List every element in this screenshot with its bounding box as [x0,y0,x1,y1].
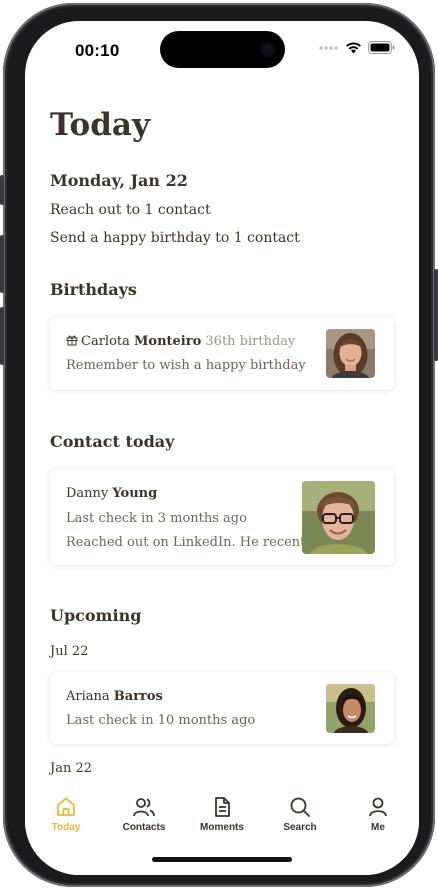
cellular-signal-icon [319,45,338,50]
battery-icon [368,41,395,54]
upcoming-first-name: Ariana [66,689,110,704]
upcoming-date-header: Jan 22 [50,761,93,776]
contact-name-line: Danny Young [66,486,157,501]
contact-last-name: Young [112,486,158,501]
summary-line-birthday: Send a happy birthday to 1 contact [50,230,300,246]
tab-label: Moments [200,822,244,833]
gift-icon [66,335,78,346]
summary-line-reach-out: Reach out to 1 contact [50,202,211,218]
avatar [326,684,375,733]
volume-up-button [0,235,4,293]
camera-icon [260,42,275,57]
upcoming-last-name: Barros [113,689,163,704]
volume-down-button [0,307,4,365]
tab-search[interactable]: Search [261,795,339,833]
wifi-icon [346,42,361,54]
birthday-first-name: Carlota [81,334,130,349]
contact-today-section-title: Contact today [50,432,175,451]
document-icon [215,797,230,817]
power-button [434,269,438,361]
tab-moments[interactable]: Moments [183,795,261,833]
phone-frame: 00:10 Today Monday, Jan 22 Reach out to … [0,3,438,887]
contact-note: Reached out on LinkedIn. He recent... [66,535,318,550]
page-title: Today [50,107,150,143]
birthday-name-line: Carlota Monteiro 36th birthday [66,334,295,349]
birthday-detail: 36th birthday [205,334,296,349]
tab-label: Search [283,822,317,833]
contacts-icon [133,798,155,817]
birthday-note: Remember to wish a happy birthday [66,358,306,373]
avatar [326,329,375,378]
tab-label: Me [371,822,385,833]
status-icons [319,41,395,54]
upcoming-card[interactable]: Ariana Barros Last check in 10 months ag… [50,672,394,744]
contact-first-name: Danny [66,486,109,501]
avatar [302,481,375,554]
dynamic-island [160,31,285,68]
home-icon [57,797,75,816]
summary-date: Monday, Jan 22 [50,171,188,190]
search-icon [290,797,310,817]
tab-label: Contacts [122,822,166,833]
contact-last-check: Last check in 3 months ago [66,511,247,526]
upcoming-date-header: Jul 22 [50,644,89,659]
tab-me[interactable]: Me [339,795,417,833]
upcoming-section-title: Upcoming [50,606,142,625]
birthdays-section-title: Birthdays [50,280,137,299]
tab-contacts[interactable]: Contacts [105,795,183,833]
status-time: 00:10 [75,41,120,60]
home-indicator[interactable] [152,857,292,862]
person-icon [369,797,387,817]
upcoming-last-check: Last check in 10 months ago [66,713,256,728]
birthday-card[interactable]: Carlota Monteiro 36th birthday Remember … [50,317,394,390]
upcoming-name-line: Ariana Barros [66,689,163,704]
action-button [0,175,4,205]
birthday-last-name: Monteiro [134,334,202,349]
contact-today-card[interactable]: Danny Young Last check in 3 months ago R… [50,469,394,565]
tab-label: Today [51,822,81,833]
tab-today[interactable]: Today [27,795,105,833]
screen: 00:10 Today Monday, Jan 22 Reach out to … [25,21,419,875]
